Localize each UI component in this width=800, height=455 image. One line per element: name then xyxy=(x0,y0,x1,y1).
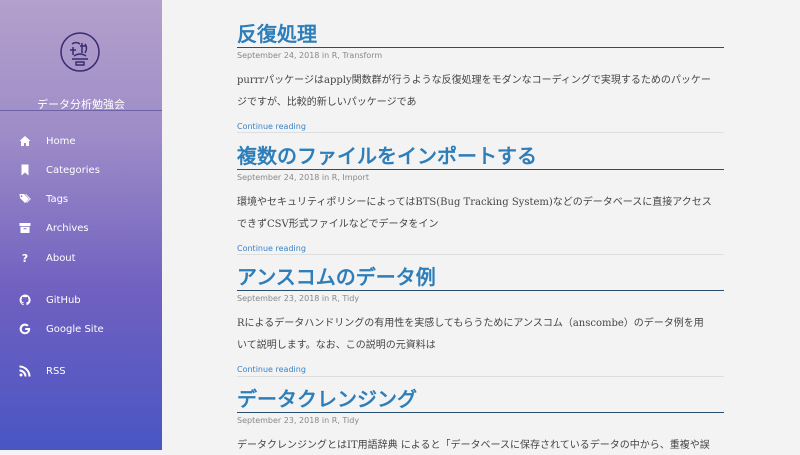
rss-icon xyxy=(18,364,32,378)
nav-categories-label: Categories xyxy=(46,164,100,176)
link-google-site-label: Google Site xyxy=(46,323,104,335)
post-excerpt: Rによるデータハンドリングの有用性を実感してもらうためにアンスコム（anscom… xyxy=(237,313,724,357)
continue-reading-link[interactable]: Continue reading xyxy=(237,122,306,131)
archive-icon xyxy=(18,221,32,235)
github-icon xyxy=(18,293,32,307)
post-meta: September 24, 2018 in R, Transform xyxy=(237,51,383,60)
link-github-label: GitHub xyxy=(46,294,81,306)
nav-archives-label: Archives xyxy=(46,222,89,234)
nav-tags[interactable]: Tags xyxy=(0,187,162,211)
continue-reading-link[interactable]: Continue reading xyxy=(237,365,306,374)
post-title[interactable]: アンスコムのデータ例 xyxy=(237,264,724,291)
excerpt-line: いて説明します。なお、この説明の元資料は xyxy=(237,340,436,351)
post-meta: September 23, 2018 in R, Tidy xyxy=(237,416,360,425)
post-list: 反復処理 September 24, 2018 in R, Transform … xyxy=(162,0,800,451)
link-rss[interactable]: RSS xyxy=(0,359,162,383)
post-meta: September 24, 2018 in R, Import xyxy=(237,173,369,182)
post-excerpt: purrrパッケージはapply関数群が行うような反復処理をモダンなコーディング… xyxy=(237,70,724,114)
nav-about[interactable]: ? About xyxy=(0,246,162,270)
tags-icon xyxy=(18,192,32,206)
post-divider xyxy=(237,254,724,255)
post-meta: September 23, 2018 in R, Tidy xyxy=(237,294,360,303)
post-item: データクレンジング September 23, 2018 in R, Tidy … xyxy=(237,386,724,455)
link-rss-label: RSS xyxy=(46,365,66,377)
nav-about-label: About xyxy=(46,252,76,264)
excerpt-line: 環境やセキュリティポリシーによってはBTS(Bug Tracking Syste… xyxy=(237,197,712,208)
excerpt-line: できずCSV形式ファイルなどでデータをイン xyxy=(237,219,439,230)
post-item: 反復処理 September 24, 2018 in R, Transform … xyxy=(237,21,724,133)
post-title[interactable]: データクレンジング xyxy=(237,386,724,413)
sidebar: データ分析勉強会 Home Categories Tags Archives ?… xyxy=(0,0,162,450)
site-logo[interactable] xyxy=(58,30,102,74)
continue-reading-link[interactable]: Continue reading xyxy=(237,244,306,253)
excerpt-line: データクレンジングとはIT用語辞典 によると「データベースに保存されているデータ… xyxy=(237,440,710,451)
divider xyxy=(0,110,162,111)
nav-home[interactable]: Home xyxy=(0,129,162,153)
post-divider xyxy=(237,132,724,133)
excerpt-line: purrrパッケージはapply関数群が行うような反復処理をモダンなコーディング… xyxy=(237,75,711,86)
question-icon: ? xyxy=(21,251,29,265)
link-github[interactable]: GitHub xyxy=(0,288,162,312)
nav-home-label: Home xyxy=(46,135,76,147)
post-excerpt: 環境やセキュリティポリシーによってはBTS(Bug Tracking Syste… xyxy=(237,192,724,236)
link-google-site[interactable]: Google Site xyxy=(0,317,162,341)
post-title[interactable]: 複数のファイルをインポートする xyxy=(237,143,724,170)
home-icon xyxy=(18,134,32,148)
post-item: 複数のファイルをインポートする September 24, 2018 in R,… xyxy=(237,143,724,255)
excerpt-line: Rによるデータハンドリングの有用性を実感してもらうためにアンスコム（anscom… xyxy=(237,318,704,329)
post-excerpt: データクレンジングとはIT用語辞典 によると「データベースに保存されているデータ… xyxy=(237,435,724,455)
nav-tags-label: Tags xyxy=(46,193,69,205)
nav-categories[interactable]: Categories xyxy=(0,158,162,182)
excerpt-line: ジですが、比較的新しいパッケージであ xyxy=(237,97,417,108)
nav-archives[interactable]: Archives xyxy=(0,216,162,240)
google-icon xyxy=(18,322,32,336)
bookmark-icon xyxy=(18,163,32,177)
post-divider xyxy=(237,376,724,377)
post-item: アンスコムのデータ例 September 23, 2018 in R, Tidy… xyxy=(237,264,724,376)
post-title[interactable]: 反復処理 xyxy=(237,21,724,48)
